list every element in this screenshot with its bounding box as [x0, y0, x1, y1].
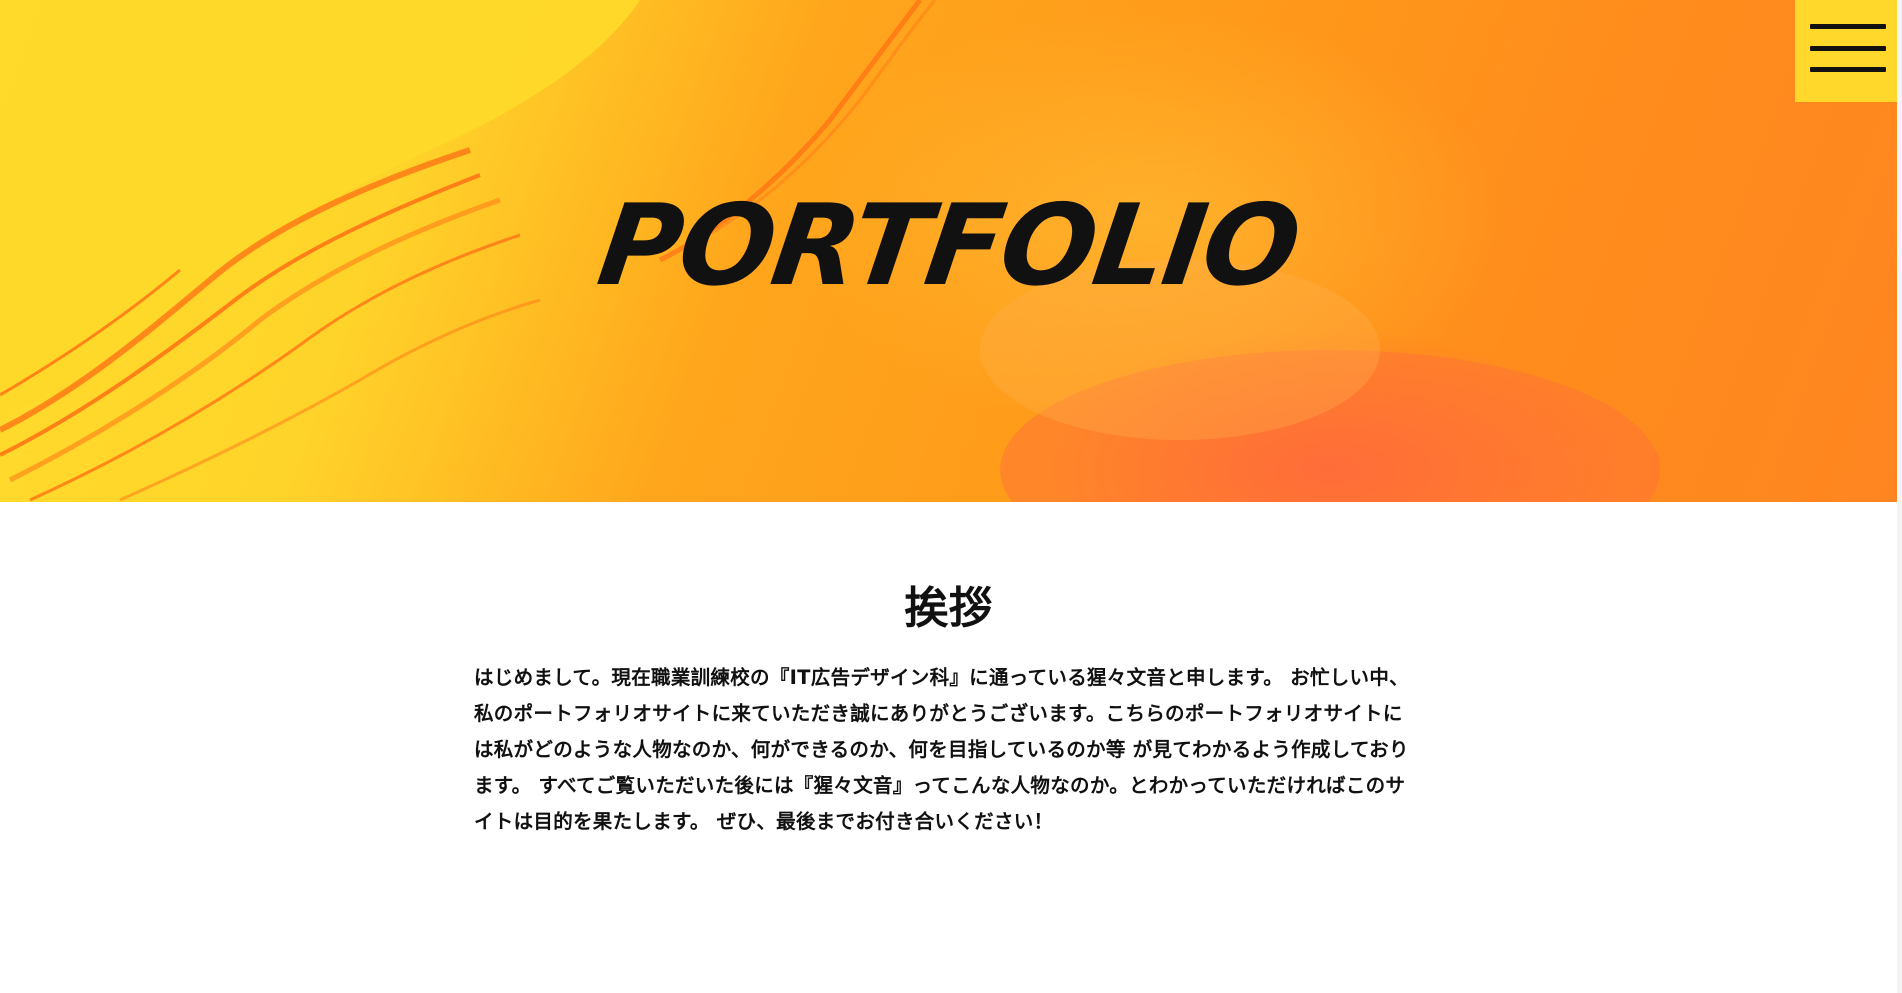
scrollbar-track[interactable] [1897, 0, 1902, 993]
hamburger-menu-icon-bar [1810, 46, 1886, 51]
hamburger-menu-icon [1810, 24, 1886, 29]
hamburger-menu-icon-bar [1810, 67, 1886, 72]
hero-title: PORTFOLIO [590, 181, 1307, 311]
greeting-body-text: はじめまして。現在職業訓練校の『IT広告デザイン科』に通っている猩々文音と申しま… [474, 666, 1409, 833]
greeting-heading: 挨拶 [904, 583, 993, 634]
hamburger-menu-button[interactable] [1795, 0, 1897, 102]
hero-banner: PORTFOLIO [0, 0, 1897, 502]
